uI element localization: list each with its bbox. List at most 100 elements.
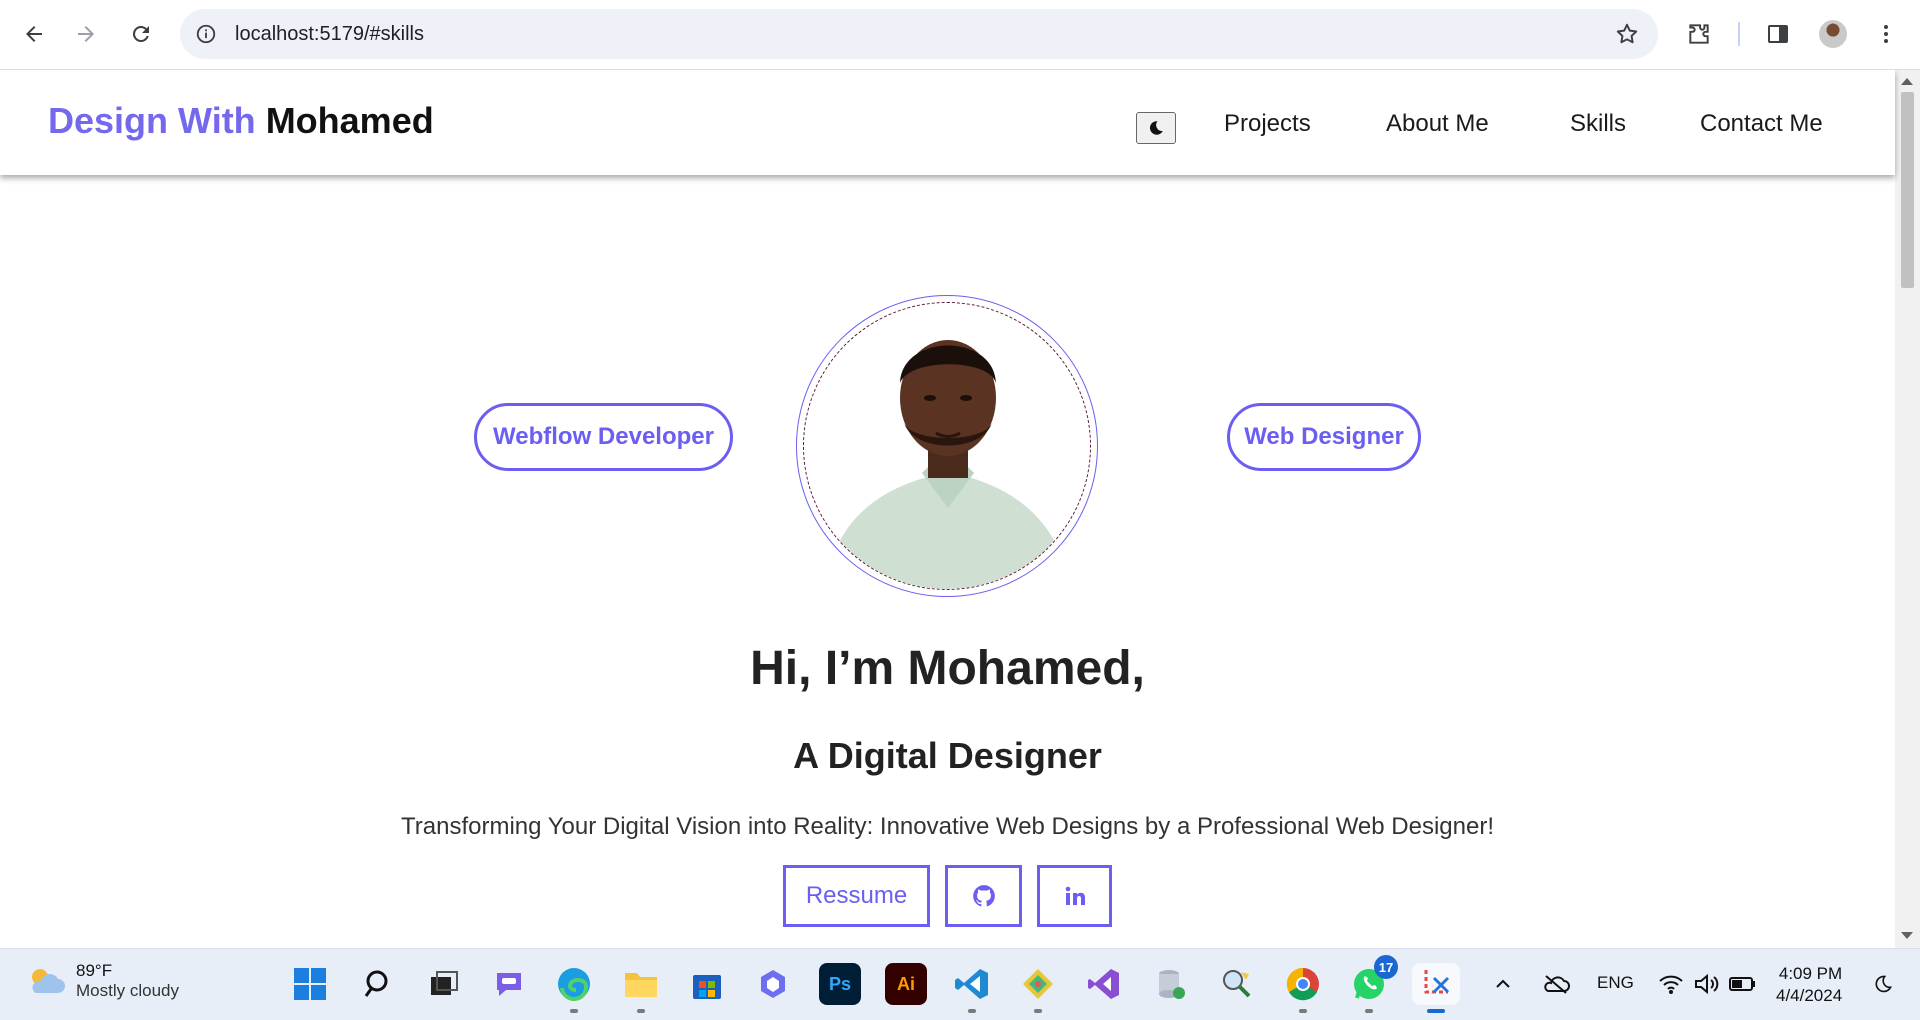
github-icon: [972, 885, 995, 907]
theme-toggle-button[interactable]: [1136, 112, 1176, 144]
show-hidden-icons-button[interactable]: [1488, 963, 1518, 1005]
page-scrollbar[interactable]: [1895, 70, 1920, 948]
arrow-left-icon: [26, 26, 42, 42]
illustrator-taskbar-icon[interactable]: Ai: [885, 963, 927, 1005]
hero-subheading: A Digital Designer: [793, 735, 1102, 776]
nav-skills[interactable]: Skills: [1570, 110, 1626, 138]
database-icon: [1159, 970, 1185, 999]
running-indicator: [1034, 1009, 1042, 1013]
active-indicator: [1427, 1009, 1445, 1013]
running-indicator: [1299, 1009, 1307, 1013]
side-panel-icon: [1768, 25, 1788, 43]
microsoft-store-taskbar-icon[interactable]: [686, 963, 728, 1005]
nav-projects[interactable]: Projects: [1224, 110, 1311, 138]
browser-toolbar: localhost:5179/#skills: [0, 0, 1920, 70]
bookmark-star-icon[interactable]: [1614, 21, 1640, 47]
teams-chat-button[interactable]: [488, 963, 530, 1005]
start-button[interactable]: [289, 963, 331, 1005]
running-indicator: [570, 1009, 578, 1013]
profile-button[interactable]: [1815, 16, 1851, 52]
logo-name: Mohamed: [265, 100, 434, 141]
windows-taskbar: 89°F Mostly cloudy Ps Ai 17 ENG 4:09 PM …: [0, 948, 1920, 1020]
database-app-taskbar-icon[interactable]: [1150, 963, 1192, 1005]
language-indicator[interactable]: ENG: [1597, 973, 1634, 993]
copilot-icon: [761, 970, 785, 998]
reload-icon: [132, 25, 149, 42]
magnifier-tool-icon: [1223, 970, 1251, 998]
onedrive-tray-icon[interactable]: [1536, 963, 1576, 1005]
vscode-taskbar-icon[interactable]: [951, 963, 993, 1013]
linkedin-button[interactable]: [1037, 865, 1112, 927]
address-bar[interactable]: localhost:5179/#skills: [180, 9, 1658, 59]
folder-icon: [625, 973, 657, 997]
profile-photo-frame: [796, 295, 1098, 597]
photoshop-taskbar-icon[interactable]: Ps: [819, 963, 861, 1005]
more-vert-icon: [1884, 25, 1888, 43]
forward-button[interactable]: [66, 14, 106, 54]
search-icon: [364, 970, 388, 997]
weather-temperature: 89°F: [76, 961, 113, 980]
system-clock[interactable]: 4:09 PM 4/4/2024: [1776, 963, 1842, 1007]
chevron-up-icon: [1496, 979, 1510, 988]
notification-badge: 17: [1374, 955, 1398, 979]
info-icon[interactable]: [194, 22, 218, 46]
store-icon: [693, 975, 721, 999]
webflow-developer-badge: Webflow Developer: [474, 403, 733, 471]
page-viewport: Design With Mohamed Projects About Me Sk…: [0, 70, 1920, 948]
logo-accent: Design With: [48, 100, 256, 141]
git-app-taskbar-icon[interactable]: [1017, 963, 1059, 1013]
moon-icon: [1149, 121, 1163, 135]
nav-about-me[interactable]: About Me: [1386, 110, 1489, 138]
git-diamond-icon: [1023, 969, 1053, 999]
scroll-down-arrow-icon[interactable]: [1901, 932, 1913, 939]
teams-chat-icon: [497, 973, 521, 996]
task-view-button[interactable]: [423, 963, 465, 1005]
photoshop-icon: Ps: [828, 973, 852, 994]
snipping-tool-taskbar-icon[interactable]: [1412, 963, 1460, 1013]
scroll-up-arrow-icon[interactable]: [1901, 78, 1913, 85]
side-panel-button[interactable]: [1760, 16, 1796, 52]
edge-icon: [558, 968, 590, 1001]
nav-contact-me[interactable]: Contact Me: [1700, 110, 1823, 138]
edge-browser-taskbar-icon[interactable]: [553, 963, 595, 1013]
battery-tray-icon[interactable]: [1725, 963, 1759, 1005]
moon-icon: [1875, 975, 1892, 993]
cloud-offline-icon: [1544, 975, 1570, 994]
wifi-tray-icon[interactable]: [1654, 963, 1688, 1005]
url-text[interactable]: localhost:5179/#skills: [235, 23, 424, 46]
linkedin-icon: [1065, 886, 1085, 905]
hero-heading: Hi, I’m Mohamed,: [750, 642, 1145, 695]
visual-studio-icon: [1088, 969, 1119, 999]
illustrator-icon: Ai: [897, 973, 915, 994]
taskbar-search-button[interactable]: [357, 963, 399, 1005]
resume-button[interactable]: Ressume: [783, 865, 930, 927]
cloud-sun-icon: [32, 969, 65, 993]
hero-tagline: Transforming Your Digital Vision into Re…: [401, 813, 1494, 840]
visual-studio-taskbar-icon[interactable]: [1083, 963, 1125, 1005]
chrome-taskbar-icon[interactable]: [1282, 963, 1324, 1013]
battery-icon: [1729, 977, 1755, 991]
chrome-icon: [1286, 967, 1319, 1001]
github-button[interactable]: [945, 865, 1022, 927]
toolbar-separator: [1738, 22, 1740, 46]
whatsapp-taskbar-icon[interactable]: 17: [1348, 955, 1398, 1013]
reload-button[interactable]: [121, 14, 161, 54]
vscode-icon: [955, 969, 988, 999]
volume-tray-icon[interactable]: [1690, 963, 1724, 1005]
weather-widget[interactable]: 89°F Mostly cloudy: [26, 961, 179, 1001]
back-button[interactable]: [14, 14, 54, 54]
site-header: Design With Mohamed Projects About Me Sk…: [0, 70, 1895, 175]
extensions-button[interactable]: [1681, 16, 1717, 52]
copilot-taskbar-icon[interactable]: [752, 963, 794, 1005]
avatar: [1819, 20, 1847, 48]
browser-menu-button[interactable]: [1868, 16, 1904, 52]
file-explorer-taskbar-icon[interactable]: [620, 963, 662, 1013]
running-indicator: [968, 1009, 976, 1013]
scrollbar-thumb[interactable]: [1901, 92, 1914, 288]
speaker-icon: [1695, 973, 1719, 995]
site-logo[interactable]: Design With Mohamed: [48, 100, 434, 142]
utility-app-taskbar-icon[interactable]: [1216, 963, 1258, 1005]
notifications-button[interactable]: [1868, 963, 1898, 1005]
wifi-icon: [1659, 975, 1683, 994]
running-indicator: [1365, 1009, 1373, 1013]
